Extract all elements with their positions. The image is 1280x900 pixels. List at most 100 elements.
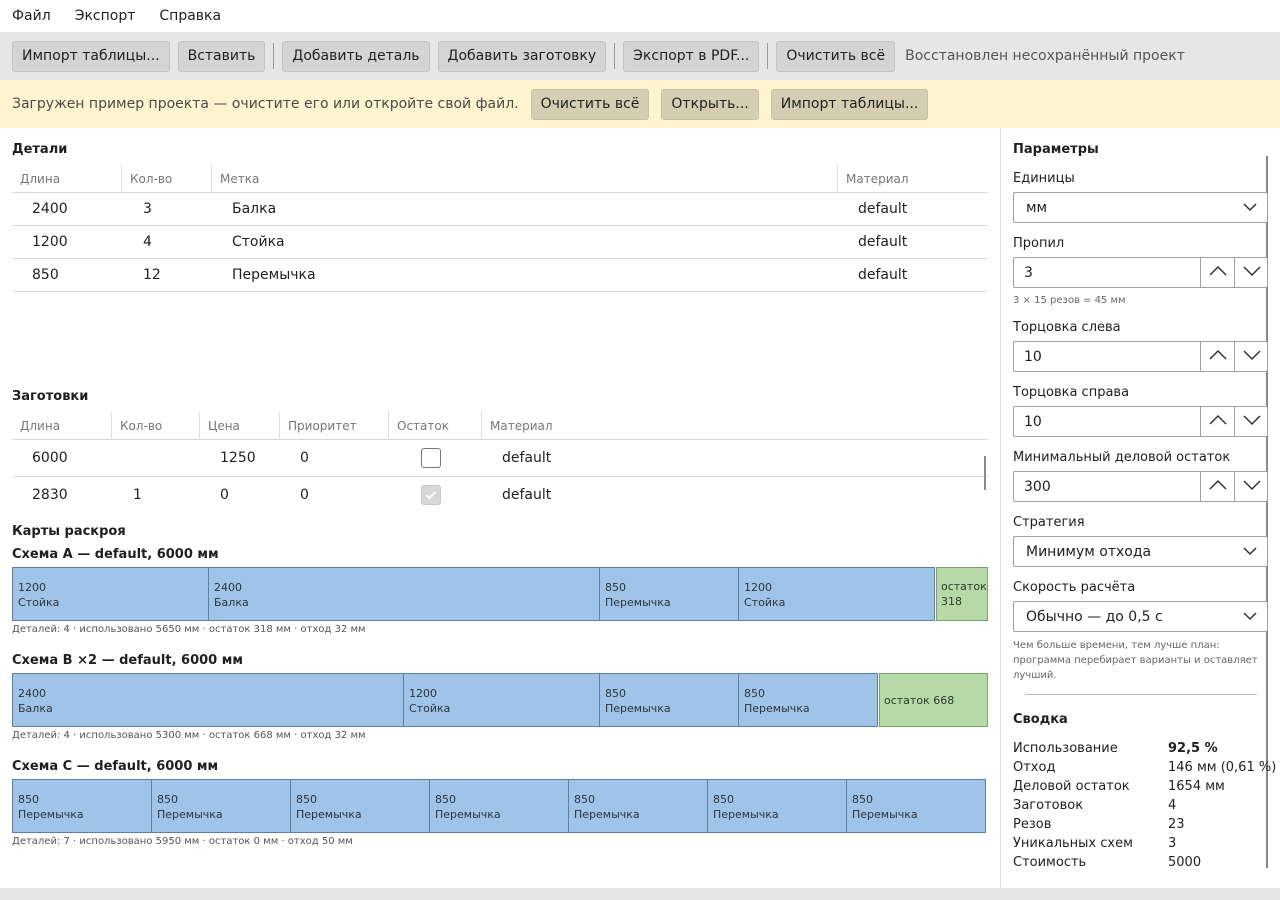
trim-right-decrement-button[interactable]: [1234, 407, 1268, 436]
summary-label: Уникальных схем: [1013, 836, 1133, 851]
stock-price[interactable]: 1250: [220, 450, 256, 466]
column-separator[interactable]: [199, 411, 200, 439]
banner-open-button[interactable]: Открыть...: [661, 88, 759, 120]
summary-value: 1654 мм: [1168, 779, 1225, 794]
summary-value: 3: [1168, 836, 1177, 851]
remnant-checkbox[interactable]: [421, 485, 441, 505]
stock-length[interactable]: 2830: [32, 487, 68, 503]
stock-priority[interactable]: 0: [300, 450, 309, 466]
add-part-button[interactable]: Добавить деталь: [282, 40, 430, 72]
chevron-down-icon: [1243, 547, 1257, 556]
strategy-select[interactable]: Минимум отхода: [1013, 536, 1268, 567]
part-label[interactable]: Стойка: [232, 234, 285, 250]
scheme-info: Деталей: 4 · использовано 5300 мм · оста…: [12, 730, 366, 741]
trim-left-decrement-button[interactable]: [1234, 342, 1268, 371]
import-table-button[interactable]: Импорт таблицы...: [12, 40, 170, 72]
stock-table-scrollbar[interactable]: [984, 456, 986, 490]
piece-label: Перемычка: [574, 808, 640, 821]
menu-file[interactable]: Файл: [12, 8, 51, 24]
parts-header-material[interactable]: Материал: [846, 172, 909, 186]
checkmark-icon: [425, 491, 437, 500]
menu-export[interactable]: Экспорт: [75, 8, 136, 24]
cut-piece: 1200 Стойка: [738, 567, 935, 621]
stock-material[interactable]: default: [502, 487, 551, 503]
piece-length: 2400: [18, 687, 46, 700]
stock-qty[interactable]: 1: [133, 487, 142, 503]
part-label[interactable]: Балка: [232, 201, 276, 217]
min-rest-value[interactable]: 300: [1024, 479, 1051, 495]
remnant-checkbox[interactable]: [421, 448, 441, 468]
kerf-value[interactable]: 3: [1024, 265, 1033, 281]
trim-left-value[interactable]: 10: [1024, 349, 1042, 365]
stock-header-priority[interactable]: Приоритет: [288, 419, 357, 433]
piece-label: Перемычка: [605, 702, 671, 715]
menu-help[interactable]: Справка: [159, 8, 221, 24]
min-rest-decrement-button[interactable]: [1234, 472, 1268, 501]
trim-right-increment-button[interactable]: [1200, 407, 1234, 436]
cut-piece: 850 Перемычка: [568, 779, 708, 833]
banner-import-table-button[interactable]: Импорт таблицы...: [770, 88, 929, 120]
stock-header-length[interactable]: Длина: [20, 419, 60, 433]
column-separator[interactable]: [481, 411, 482, 439]
stock-priority[interactable]: 0: [300, 487, 309, 503]
toolbar-separator: [767, 43, 769, 69]
piece-label: Перемычка: [435, 808, 501, 821]
export-pdf-button[interactable]: Экспорт в PDF...: [623, 40, 760, 72]
column-separator[interactable]: [211, 164, 212, 192]
kerf-hint: 3 × 15 резов = 45 мм: [1013, 295, 1126, 306]
stock-length[interactable]: 6000: [32, 450, 68, 466]
column-separator[interactable]: [121, 164, 122, 192]
part-material[interactable]: default: [858, 267, 907, 283]
remnant-piece: остаток 318: [936, 567, 988, 621]
part-qty[interactable]: 4: [143, 234, 152, 250]
speed-select[interactable]: Обычно — до 0,5 с: [1013, 601, 1268, 632]
summary-label: Деловой остаток: [1013, 779, 1130, 794]
part-length[interactable]: 850: [32, 267, 59, 283]
main-panel: Детали Длина Кол-во Метка Материал 2400 …: [0, 128, 1000, 888]
part-qty[interactable]: 12: [143, 267, 161, 283]
column-separator[interactable]: [388, 411, 389, 439]
banner-clear-all-button[interactable]: Очистить всё: [530, 88, 650, 120]
piece-label: Стойка: [18, 596, 60, 609]
part-material[interactable]: default: [858, 234, 907, 250]
part-length[interactable]: 2400: [32, 201, 68, 217]
column-separator[interactable]: [837, 164, 838, 192]
remnant-label: остаток 668: [884, 693, 955, 707]
trim-right-spinbox[interactable]: 10: [1013, 406, 1268, 437]
min-rest-spinbox[interactable]: 300: [1013, 471, 1268, 502]
part-qty[interactable]: 3: [143, 201, 152, 217]
part-material[interactable]: default: [858, 201, 907, 217]
piece-label: Перемычка: [713, 808, 779, 821]
stock-header-material[interactable]: Материал: [490, 419, 553, 433]
chevron-up-icon: [1209, 349, 1227, 360]
parts-header-qty[interactable]: Кол-во: [130, 172, 172, 186]
piece-length: 1200: [409, 687, 437, 700]
summary-value: 23: [1168, 817, 1185, 832]
paste-button[interactable]: Вставить: [177, 40, 266, 72]
kerf-decrement-button[interactable]: [1234, 258, 1268, 287]
part-label[interactable]: Перемычка: [232, 267, 316, 283]
units-select[interactable]: мм: [1013, 192, 1268, 223]
min-rest-increment-button[interactable]: [1200, 472, 1234, 501]
parts-header-length[interactable]: Длина: [20, 172, 60, 186]
clear-all-button[interactable]: Очистить всё: [776, 40, 896, 72]
trim-left-spinbox[interactable]: 10: [1013, 341, 1268, 372]
stock-header-qty[interactable]: Кол-во: [120, 419, 162, 433]
column-separator[interactable]: [279, 411, 280, 439]
kerf-increment-button[interactable]: [1200, 258, 1234, 287]
stock-price[interactable]: 0: [220, 487, 229, 503]
row-divider: [12, 291, 988, 292]
stock-header-remnant[interactable]: Остаток: [397, 419, 449, 433]
kerf-spinbox[interactable]: 3: [1013, 257, 1268, 288]
piece-length: 850: [605, 687, 626, 700]
add-stock-button[interactable]: Добавить заготовку: [437, 40, 607, 72]
part-length[interactable]: 1200: [32, 234, 68, 250]
trim-left-increment-button[interactable]: [1200, 342, 1234, 371]
stock-header-price[interactable]: Цена: [208, 419, 240, 433]
scheme-title: Схема A — default, 6000 мм: [12, 547, 219, 562]
column-separator[interactable]: [111, 411, 112, 439]
parts-header-label[interactable]: Метка: [220, 172, 259, 186]
trim-right-value[interactable]: 10: [1024, 414, 1042, 430]
bottom-scrollbar[interactable]: [0, 888, 1280, 900]
stock-material[interactable]: default: [502, 450, 551, 466]
